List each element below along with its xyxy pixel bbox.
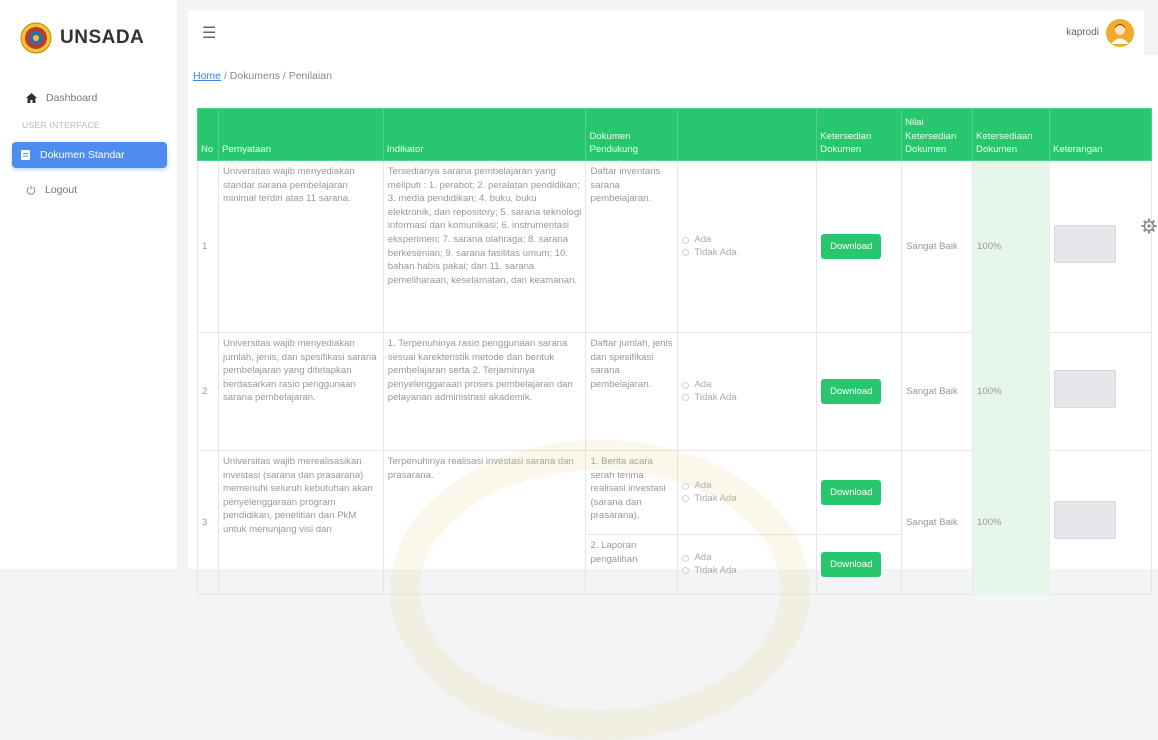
power-icon (26, 185, 36, 195)
cell-keterangan (1049, 160, 1152, 333)
cell-options: Ada Tidak Ada (677, 332, 818, 451)
header-blank (677, 108, 818, 161)
header-indikator: Indikator (382, 108, 587, 161)
user-avatar-icon[interactable] (1106, 18, 1134, 47)
main-content: Home / Dokumens / Penilaian No Pernyataa… (188, 55, 1158, 595)
radio-circle[interactable] (682, 482, 690, 490)
radio-circle[interactable] (682, 249, 690, 257)
download-button[interactable]: Download (821, 379, 882, 404)
cell-pernyataan: Universitas wajib merealisasikan investa… (217, 450, 384, 595)
cell-no: 1 (197, 160, 219, 333)
sidebar-item-dashboard[interactable]: Dashboard (26, 92, 177, 104)
keterangan-textarea[interactable] (1054, 225, 1116, 264)
header-keterangan: Keterangan (1049, 108, 1152, 161)
download-button[interactable]: Download (821, 552, 882, 577)
download-button[interactable]: Download (821, 480, 882, 505)
brand[interactable]: UNSADA (0, 0, 177, 54)
cell-nilai: Sangat Baik (901, 332, 974, 451)
radio-circle[interactable] (682, 554, 690, 562)
radio-label: Ada (694, 379, 712, 391)
cell-persen: 100% (972, 450, 1050, 595)
radio-ada[interactable]: Ada (682, 552, 812, 564)
header-no: No (197, 108, 219, 161)
hamburger-icon[interactable]: ☰ (202, 23, 216, 43)
cell-indikator: Terpenuhinya realisasi investasi sarana … (382, 450, 587, 595)
keterangan-textarea[interactable] (1054, 370, 1116, 409)
radio-circle[interactable] (682, 394, 690, 402)
radio-ada[interactable]: Ada (682, 480, 812, 492)
cell-pernyataan: Universitas wajib menyediakan jumlah, je… (217, 332, 384, 451)
breadcrumb-home-link[interactable]: Home (193, 70, 221, 82)
sidebar: UNSADA Dashboard USER INTERFACE Dokumen … (0, 0, 178, 569)
cell-dokumen: Daftar jumlah, jenis dan spesifikasi sar… (585, 332, 679, 451)
cell-no: 2 (197, 332, 219, 451)
sidebar-item-label: Dashboard (46, 92, 98, 104)
cell-persen: 100% (972, 160, 1050, 333)
cell-download: Download (816, 534, 903, 595)
table-row: 2 Universitas wajib menyediakan jumlah, … (197, 332, 1152, 451)
cell-indikator: Tersedianya sarana pembelajaran yang mel… (382, 160, 587, 333)
sidebar-item-label: Logout (45, 184, 78, 196)
radio-ada[interactable]: Ada (682, 234, 812, 246)
header-dokumen-pendukung: Dokumen Pendukung (585, 108, 679, 161)
sidebar-item-logout[interactable]: Logout (26, 184, 177, 196)
table-header-row: No Pernyataan Indikator Dokumen Pendukun… (197, 108, 1152, 161)
brand-name: UNSADA (60, 27, 145, 48)
radio-tidak-ada[interactable]: Tidak Ada (682, 392, 812, 404)
radio-tidak-ada[interactable]: Tidak Ada (682, 493, 812, 505)
header-pernyataan: Pernyataan (217, 108, 384, 161)
cell-nilai: Sangat Baik (901, 160, 974, 333)
topbar: ☰ kaprodi (188, 10, 1144, 55)
radio-label: Tidak Ada (694, 246, 737, 258)
sidebar-section-title: USER INTERFACE (22, 120, 100, 130)
cell-keterangan (1049, 450, 1152, 595)
radio-label: Ada (694, 552, 712, 564)
radio-tidak-ada[interactable]: Tidak Ada (682, 247, 812, 259)
cell-download: Download (816, 450, 903, 535)
header-ketersedian-dokumen: Ketersedian Dokumen (816, 108, 903, 161)
radio-label: Tidak Ada (694, 391, 737, 403)
gear-icon[interactable] (1141, 218, 1157, 234)
radio-circle[interactable] (682, 495, 690, 503)
radio-tidak-ada[interactable]: Tidak Ada (682, 565, 812, 577)
home-icon (26, 93, 37, 103)
unsada-logo-icon (20, 22, 52, 54)
radio-circle[interactable] (682, 381, 690, 389)
cell-options: Ada Tidak Ada (677, 534, 818, 595)
radio-circle[interactable] (682, 236, 690, 244)
keterangan-textarea[interactable] (1054, 501, 1116, 540)
cell-pernyataan: Universitas wajib menyediakan standar sa… (217, 160, 384, 333)
radio-label: Ada (694, 480, 712, 492)
sidebar-item-dokumen-standar[interactable]: Dokumen Standar (12, 142, 167, 168)
header-nilai-ketersedian: Nilai Ketersedian Dokumen (901, 108, 974, 161)
cell-persen: 100% (972, 332, 1050, 451)
radio-ada[interactable]: Ada (682, 379, 812, 391)
cell-keterangan (1049, 332, 1152, 451)
username: kaprodi (1066, 27, 1099, 38)
radio-label: Ada (694, 234, 712, 246)
sidebar-item-label: Dokumen Standar (40, 149, 125, 161)
cell-dokumen: Daftar inventaris sarana pembelajaran. (585, 160, 679, 333)
table-row: 3 Universitas wajib merealisasikan inves… (197, 450, 1152, 595)
cell-indikator: 1. Terpenuhinya rasio penggunaan sarana … (382, 332, 587, 451)
table-row: 1 Universitas wajib menyediakan standar … (197, 160, 1152, 333)
breadcrumb: Home / Dokumens / Penilaian (193, 70, 1158, 82)
cell-dokumen: 2. Laporan pengalihan (585, 534, 679, 595)
download-button[interactable]: Download (821, 234, 882, 259)
radio-circle[interactable] (682, 567, 690, 575)
radio-label: Tidak Ada (694, 564, 737, 576)
cell-options: Ada Tidak Ada (677, 160, 818, 333)
cell-download: Download (816, 160, 903, 333)
penilaian-table: No Pernyataan Indikator Dokumen Pendukun… (197, 108, 1152, 595)
user-menu[interactable]: kaprodi (1066, 18, 1134, 47)
cell-dokumen: 1. Berita acara serah terima realisasi i… (585, 450, 679, 535)
cell-no: 3 (197, 450, 219, 595)
cell-options: Ada Tidak Ada (677, 450, 818, 535)
cell-download: Download (816, 332, 903, 451)
header-ketersediaan-dokumen: Ketersediaan Dokumen (972, 108, 1050, 161)
document-icon (21, 150, 30, 160)
breadcrumb-rest: / Dokumens / Penilaian (223, 70, 332, 82)
radio-label: Tidak Ada (694, 492, 737, 504)
cell-nilai: Sangat Baik (901, 450, 974, 595)
